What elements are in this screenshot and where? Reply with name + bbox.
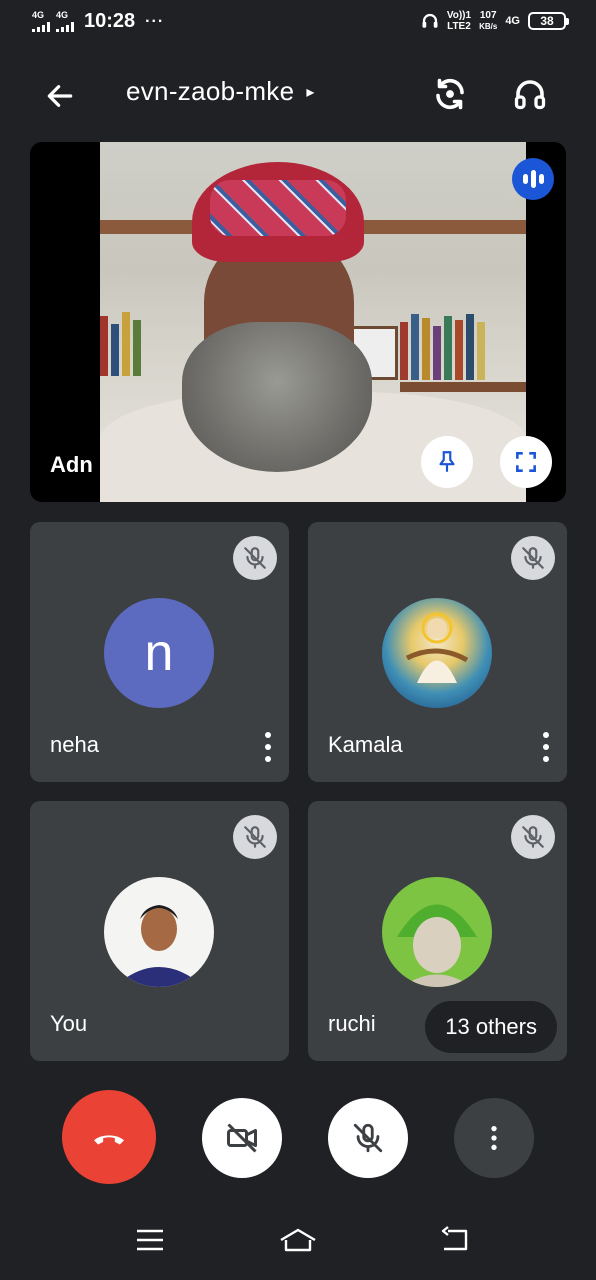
mic-off-icon <box>353 1123 383 1153</box>
mic-toggle-button[interactable] <box>328 1098 408 1178</box>
clock: 10:28 <box>84 10 136 32</box>
caret-right-icon: ▸ <box>306 83 315 101</box>
fullscreen-icon[interactable] <box>500 436 552 488</box>
system-nav-bar <box>0 1200 596 1280</box>
volte-indicator: Vo))1 LTE2 <box>446 10 472 32</box>
participant-tile-ruchi[interactable]: ruchi 13 others <box>308 801 567 1061</box>
participant-name: ruchi <box>328 1011 376 1036</box>
avatar: n <box>104 598 214 708</box>
end-call-icon <box>94 1135 124 1145</box>
mic-off-icon <box>233 536 277 580</box>
call-controls <box>0 1086 596 1186</box>
main-video-tile[interactable]: Adn <box>30 142 566 502</box>
menu-icon[interactable] <box>128 1220 172 1260</box>
others-label: 13 others <box>445 1014 537 1039</box>
mic-off-icon <box>233 815 277 859</box>
network-type: 4G <box>505 15 520 27</box>
avatar <box>382 598 492 708</box>
battery-level: 38 <box>540 14 554 28</box>
participant-tile-neha[interactable]: n neha <box>30 522 289 782</box>
network-speed: 107 KB/s <box>479 10 498 31</box>
status-bar: 4G 4G 10:28 ··· Vo))1 LTE2 107 KB/s 4G 3… <box>0 0 596 46</box>
avatar <box>382 877 492 987</box>
mic-off-icon <box>511 536 555 580</box>
participant-name: Kamala <box>328 732 403 757</box>
more-vert-icon[interactable] <box>541 732 551 762</box>
more-options-button[interactable] <box>454 1098 534 1178</box>
participant-name: neha <box>50 732 99 757</box>
participant-tile-you[interactable]: You <box>30 801 289 1061</box>
meeting-code-button[interactable]: evn-zaob-mke ▸ <box>126 76 315 107</box>
participant-name: You <box>50 1011 88 1036</box>
sim2-signal: 4G <box>56 11 74 32</box>
others-chip[interactable]: 13 others <box>425 1001 557 1053</box>
audio-waves-icon <box>512 158 554 200</box>
pin-icon[interactable] <box>421 436 473 488</box>
avatar-letter: n <box>144 624 174 682</box>
camera-off-icon <box>227 1123 257 1153</box>
headset-status-icon <box>422 13 438 28</box>
headphones-icon[interactable] <box>508 72 552 116</box>
sim1-signal: 4G <box>32 11 50 32</box>
meeting-code: evn-zaob-mke <box>126 76 295 106</box>
back-icon[interactable] <box>432 1220 476 1260</box>
camera-toggle-button[interactable] <box>202 1098 282 1178</box>
more-vert-icon[interactable] <box>263 732 273 762</box>
mic-off-icon <box>511 815 555 859</box>
more-options-icon <box>491 1126 497 1150</box>
home-icon[interactable] <box>276 1220 320 1260</box>
main-participant-name: Adn <box>50 452 93 477</box>
avatar <box>104 877 214 987</box>
sim2-type: 4G <box>56 10 69 20</box>
meeting-header: evn-zaob-mke ▸ <box>0 56 596 136</box>
battery-icon: 38 <box>528 12 569 30</box>
participant-tile-kamala[interactable]: Kamala <box>308 522 567 782</box>
back-arrow-icon[interactable] <box>40 76 80 116</box>
switch-camera-icon[interactable] <box>428 72 472 116</box>
sim1-type: 4G <box>32 10 45 20</box>
more-notifications-indicator: ··· <box>145 12 165 30</box>
end-call-button[interactable] <box>62 1090 156 1184</box>
